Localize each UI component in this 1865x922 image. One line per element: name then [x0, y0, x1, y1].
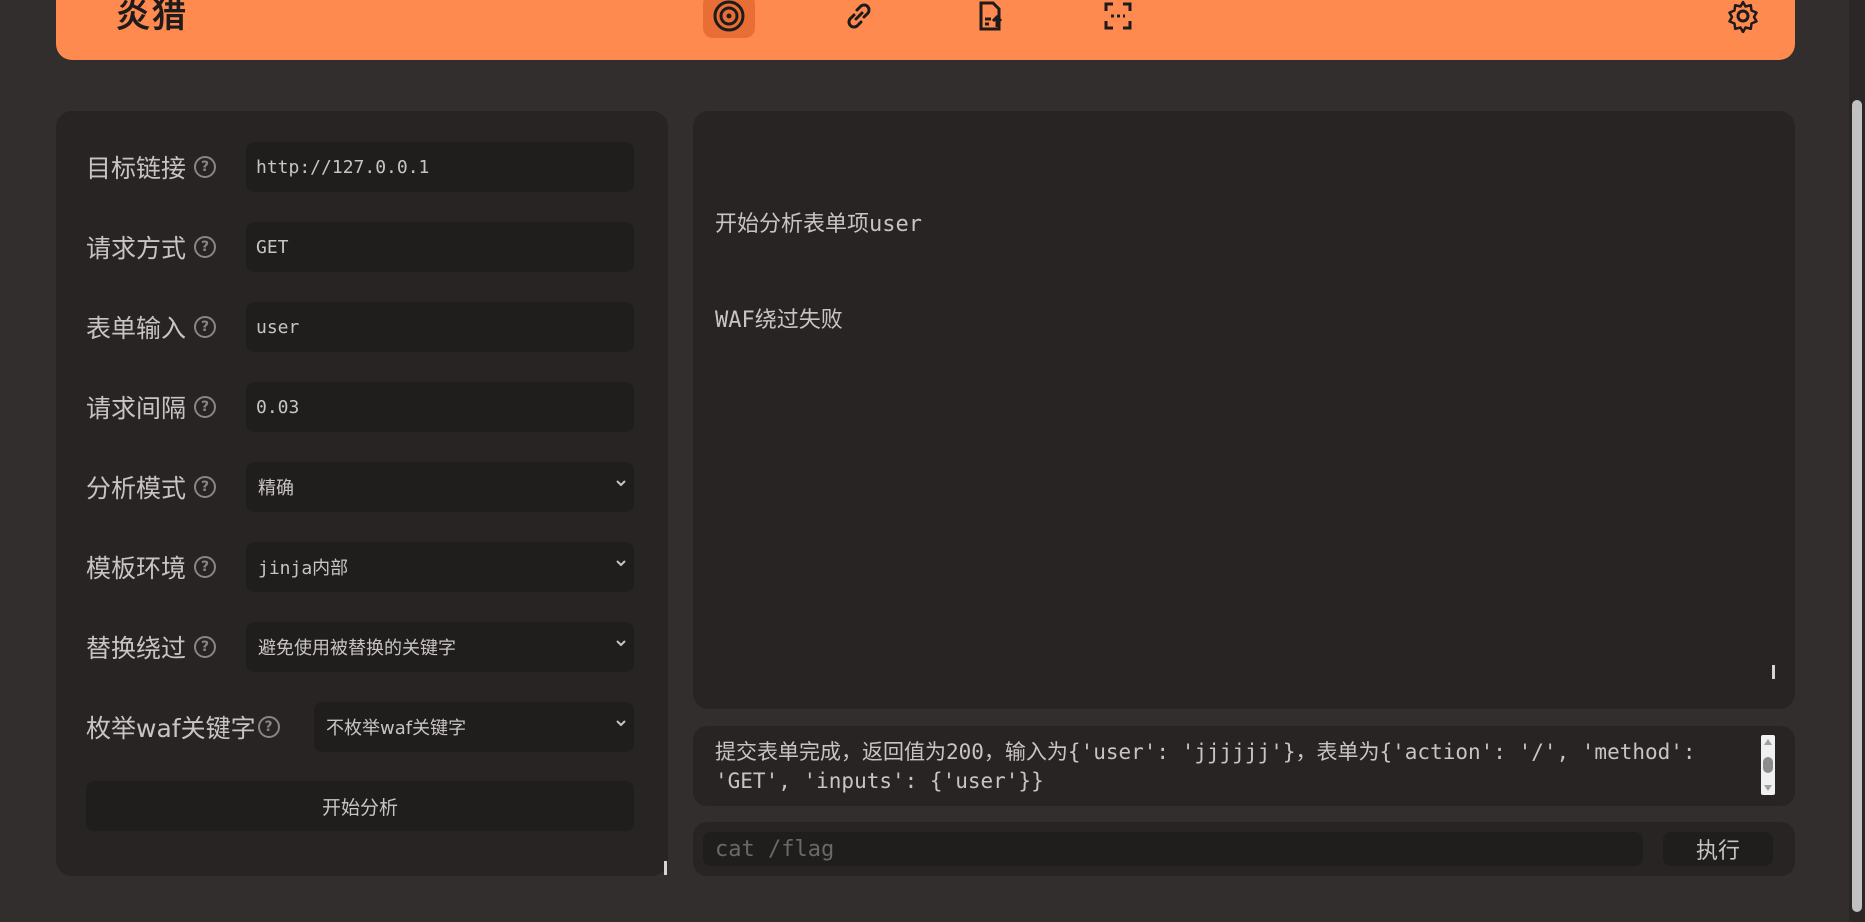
target-url-input[interactable]	[246, 142, 634, 192]
target-icon	[713, 0, 745, 32]
chevron-down-icon	[616, 640, 626, 647]
interval-row: 请求间隔?	[86, 382, 217, 432]
target-url-label: 目标链接?	[86, 149, 217, 185]
execute-button[interactable]: 执行	[1663, 832, 1773, 866]
result-text: 提交表单完成，返回值为200，输入为{'user': 'jjjjjj'}，表单为…	[715, 740, 1696, 793]
waf-enum-selected-value: 不枚举waf关键字	[326, 718, 467, 739]
replace-bypass-label: 替换绕过?	[86, 629, 217, 665]
help-icon[interactable]: ?	[257, 716, 280, 738]
help-icon[interactable]: ?	[194, 236, 217, 258]
template-env-selected-value: jinja内部	[258, 558, 349, 579]
resize-handle[interactable]	[664, 861, 667, 875]
output-log-panel: 开始分析表单项user WAF绕过失败	[693, 111, 1795, 709]
command-input[interactable]	[703, 832, 1643, 866]
resize-handle[interactable]	[1772, 665, 1775, 679]
gear-icon	[1728, 0, 1758, 33]
brand-logo: 炎猎	[116, 0, 188, 36]
scroll-down-icon[interactable]	[1764, 785, 1772, 791]
interval-input[interactable]	[246, 382, 634, 432]
top-bar: 炎猎	[56, 0, 1795, 60]
chevron-down-icon	[616, 480, 626, 487]
start-analysis-button[interactable]: 开始分析	[86, 781, 634, 831]
replace-bypass-selected-value: 避免使用被替换的关键字	[258, 638, 456, 659]
template-env-row: 模板环境?	[86, 542, 217, 592]
scroll-thumb[interactable]	[1763, 757, 1773, 773]
waf-enum-select[interactable]: 不枚举waf关键字	[314, 702, 634, 752]
nav-link-icon[interactable]	[833, 0, 885, 38]
replace-bypass-row: 替换绕过?	[86, 622, 217, 672]
chevron-down-icon	[616, 560, 626, 567]
help-icon[interactable]: ?	[194, 396, 217, 418]
form-input-label: 表单输入?	[86, 309, 217, 345]
mode-select[interactable]: 精确	[246, 462, 634, 512]
help-icon[interactable]: ?	[194, 636, 217, 658]
mode-selected-value: 精确	[258, 478, 294, 499]
help-icon[interactable]: ?	[194, 156, 217, 178]
interval-label: 请求间隔?	[86, 389, 217, 425]
settings-button[interactable]	[1717, 0, 1769, 38]
page-scrollbar[interactable]	[1849, 0, 1865, 922]
replace-bypass-select[interactable]: 避免使用被替换的关键字	[246, 622, 634, 672]
output-log: 开始分析表单项user WAF绕过失败	[715, 145, 922, 401]
command-panel: 执行	[693, 822, 1795, 876]
file-upload-icon	[979, 1, 1003, 31]
method-row: 请求方式?	[86, 222, 217, 272]
form-input-field[interactable]	[246, 302, 634, 352]
method-input[interactable]	[246, 222, 634, 272]
page-scroll-thumb[interactable]	[1852, 100, 1862, 912]
nav-scan-icon[interactable]	[1092, 0, 1144, 38]
waf-enum-row: 枚举waf关键字?	[86, 702, 280, 752]
method-label: 请求方式?	[86, 229, 217, 265]
scroll-up-icon[interactable]	[1764, 739, 1772, 745]
log-line: WAF绕过失败	[715, 308, 843, 333]
mode-label: 分析模式?	[86, 469, 217, 505]
result-panel: 提交表单完成，返回值为200，输入为{'user': 'jjjjjj'}，表单为…	[693, 726, 1795, 806]
waf-enum-label: 枚举waf关键字?	[86, 709, 280, 745]
settings-panel: 目标链接? 请求方式? 表单输入? 请求间隔? 分析模式? 精确 模板环境? j…	[56, 111, 668, 876]
target-url-row: 目标链接?	[86, 142, 217, 192]
help-icon[interactable]: ?	[194, 476, 217, 498]
template-env-label: 模板环境?	[86, 549, 217, 585]
nav-file-upload-icon[interactable]	[964, 0, 1016, 38]
log-line: 开始分析表单项user	[715, 212, 922, 237]
template-env-select[interactable]: jinja内部	[246, 542, 634, 592]
help-icon[interactable]: ?	[194, 316, 217, 338]
mode-row: 分析模式?	[86, 462, 217, 512]
nav-target-icon[interactable]	[703, 0, 755, 38]
link-icon	[847, 3, 871, 29]
result-scrollbar[interactable]	[1761, 735, 1775, 795]
chevron-down-icon	[616, 720, 626, 727]
help-icon[interactable]: ?	[194, 556, 217, 578]
form-input-row: 表单输入?	[86, 302, 217, 352]
scan-icon	[1104, 2, 1132, 30]
